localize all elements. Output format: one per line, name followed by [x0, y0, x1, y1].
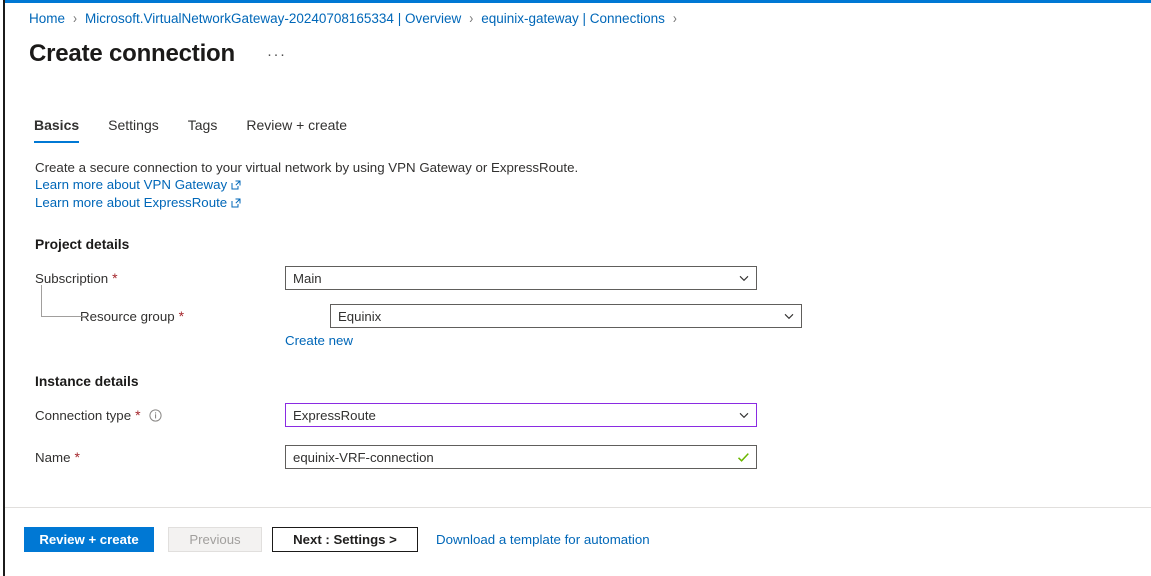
form-content: Create a secure connection to your virtu…	[5, 159, 1151, 469]
resource-group-label: Resource group	[80, 308, 175, 324]
field-row-name: Name * equinix-VRF-connection	[35, 445, 1151, 469]
required-asterisk: *	[178, 308, 185, 324]
blade-description: Create a secure connection to your virtu…	[35, 160, 579, 175]
resource-group-dropdown[interactable]: Equinix	[330, 304, 802, 328]
title-row: Create connection ···	[5, 40, 1151, 68]
field-row-resource-group: Resource group * Equinix	[35, 285, 1151, 328]
learn-more-vpn-gateway-row: Learn more about VPN Gateway	[35, 176, 1151, 194]
breadcrumb-item-gateway-overview[interactable]: Microsoft.VirtualNetworkGateway-20240708…	[85, 11, 461, 26]
breadcrumb-separator-icon: ›	[73, 9, 78, 27]
breadcrumb-item-home[interactable]: Home	[29, 11, 65, 26]
connection-type-value: ExpressRoute	[293, 407, 376, 423]
tab-review-create[interactable]: Review + create	[246, 117, 347, 143]
more-options-icon[interactable]: ···	[263, 44, 291, 65]
create-connection-blade: Home › Microsoft.VirtualNetworkGateway-2…	[5, 3, 1151, 576]
name-label-wrap: Name *	[35, 450, 285, 465]
learn-more-expressroute-link[interactable]: Learn more about ExpressRoute	[35, 194, 227, 211]
previous-button: Previous	[168, 527, 262, 552]
field-row-connection-type: Connection type * ExpressRoute	[35, 403, 1151, 427]
connection-type-dropdown[interactable]: ExpressRoute	[285, 403, 757, 427]
download-template-link[interactable]: Download a template for automation	[436, 532, 650, 547]
external-link-icon	[231, 195, 241, 212]
connection-type-label-wrap: Connection type *	[35, 408, 285, 423]
required-asterisk: *	[135, 407, 141, 423]
tab-settings[interactable]: Settings	[108, 117, 159, 143]
create-new-link[interactable]: Create new	[285, 332, 353, 349]
page-title: Create connection	[29, 40, 235, 67]
subscription-label: Subscription	[35, 270, 109, 286]
subscription-label-wrap: Subscription *	[35, 271, 285, 286]
tree-connector	[41, 285, 84, 317]
breadcrumb: Home › Microsoft.VirtualNetworkGateway-2…	[5, 3, 1151, 33]
breadcrumb-item-equinix-gateway-connections[interactable]: equinix-gateway | Connections	[481, 11, 665, 26]
learn-more-expressroute-row: Learn more about ExpressRoute	[35, 194, 1151, 212]
required-asterisk: *	[112, 270, 118, 286]
chevron-down-icon	[738, 272, 750, 284]
chevron-down-icon	[738, 409, 750, 421]
name-input-wrap[interactable]: equinix-VRF-connection	[285, 445, 757, 469]
next-settings-button[interactable]: Next : Settings >	[272, 527, 418, 552]
subscription-dropdown[interactable]: Main	[285, 266, 757, 290]
section-heading-project-details: Project details	[35, 237, 130, 252]
tab-basics[interactable]: Basics	[34, 117, 80, 143]
name-input[interactable]: equinix-VRF-connection	[293, 450, 737, 465]
subscription-value: Main	[293, 270, 322, 286]
tab-bar: Basics Settings Tags Review + create	[5, 111, 1151, 143]
resource-group-value: Equinix	[338, 308, 382, 324]
section-heading-instance-details: Instance details	[35, 374, 139, 389]
breadcrumb-separator-icon: ›	[469, 9, 474, 27]
tab-tags[interactable]: Tags	[188, 117, 218, 143]
external-link-icon	[231, 177, 241, 194]
breadcrumb-separator-icon: ›	[672, 9, 677, 27]
learn-more-vpn-gateway-link[interactable]: Learn more about VPN Gateway	[35, 176, 227, 193]
name-label: Name	[35, 449, 71, 465]
footer-actions: Review + create Previous Next : Settings…	[24, 527, 650, 552]
field-row-subscription: Subscription * Main	[35, 266, 1151, 290]
footer-divider	[5, 507, 1151, 508]
info-icon[interactable]	[148, 408, 162, 422]
required-asterisk: *	[74, 449, 80, 465]
review-create-button[interactable]: Review + create	[24, 527, 154, 552]
connection-type-label: Connection type	[35, 407, 132, 423]
chevron-down-icon	[783, 310, 795, 322]
valid-check-icon	[737, 451, 750, 464]
create-new-resource-group-row: Create new	[285, 332, 1151, 349]
